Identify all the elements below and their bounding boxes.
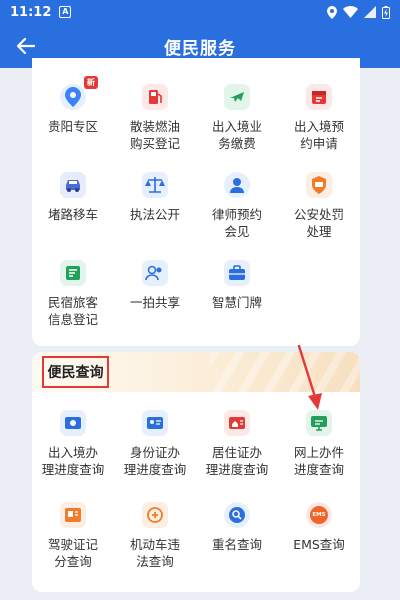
service-label: 堵路移车 [47, 207, 98, 222]
query-grid: 出入境办 理进度查询 身份证办 理进度查询 居住证办 理进度查询 网上办件 进度… [32, 396, 360, 580]
service-fuel-registration[interactable]: 散装燃油 购买登记 [114, 70, 196, 158]
new-badge: 新 [84, 76, 98, 89]
notification-icon: A [59, 6, 72, 18]
location-icon [327, 5, 337, 19]
service-label: 一拍共享 [129, 295, 180, 310]
service-photo-share[interactable]: 一拍共享 [114, 246, 196, 334]
service-label: 出入境预 约申请 [293, 119, 344, 151]
car-icon [60, 172, 86, 198]
query-label: EMS查询 [293, 537, 345, 552]
query-label: 网上办件 进度查询 [293, 445, 344, 477]
query-residence-permit-progress[interactable]: 居住证办 理进度查询 [196, 396, 278, 488]
page-title: 便民服务 [164, 38, 236, 59]
battery-icon [382, 5, 390, 19]
service-label: 出入境业 务缴费 [211, 119, 262, 151]
service-label: 律师预约 会见 [211, 207, 262, 239]
people-icon [142, 260, 168, 286]
registration-icon [60, 260, 86, 286]
annotation-arrow-icon [297, 344, 322, 410]
section-title: 便民查询 [42, 356, 109, 388]
query-vehicle-violation[interactable]: 机动车违 法查询 [114, 488, 196, 580]
location-pin-icon [60, 84, 86, 110]
calendar-icon [306, 84, 332, 110]
query-duplicate-name[interactable]: 重名查询 [196, 488, 278, 580]
scales-icon [142, 172, 168, 198]
signal-icon [364, 6, 376, 18]
back-button[interactable] [14, 34, 38, 58]
service-police-penalty[interactable]: 公安处罚 处理 [278, 158, 360, 246]
shield-icon [306, 172, 332, 198]
query-label: 身份证办 理进度查询 [123, 445, 187, 477]
query-ems[interactable]: EMS EMS查询 [278, 488, 360, 580]
status-time: 11:12 [10, 4, 52, 20]
service-law-enforcement-public[interactable]: 执法公开 [114, 158, 196, 246]
id-card-icon [60, 410, 86, 436]
service-label: 民宿旅客 信息登记 [47, 295, 98, 327]
house-card-icon [224, 410, 250, 436]
search-icon [224, 502, 250, 528]
query-license-points[interactable]: 驾驶证记 分查询 [32, 488, 114, 580]
query-exit-entry-progress[interactable]: 出入境办 理进度查询 [32, 396, 114, 488]
query-label: 驾驶证记 分查询 [47, 537, 98, 569]
fuel-icon [142, 84, 168, 110]
service-exit-entry-payment[interactable]: 出入境业 务缴费 [196, 70, 278, 158]
violation-icon [142, 502, 168, 528]
service-label: 执法公开 [129, 207, 180, 222]
services-grid: 新 贵阳专区 散装燃油 购买登记 出入境业 务缴费 出入境预 约申请 堵路移车 … [32, 70, 360, 334]
ems-icon-text: EMS [310, 506, 328, 524]
service-label: 贵阳专区 [47, 119, 98, 134]
service-label: 公安处罚 处理 [293, 207, 344, 239]
status-icons [327, 5, 390, 19]
query-label: 出入境办 理进度查询 [41, 445, 105, 477]
query-label: 机动车违 法查询 [129, 537, 180, 569]
service-homestay-registration[interactable]: 民宿旅客 信息登记 [32, 246, 114, 334]
wifi-icon [343, 6, 358, 18]
query-label: 居住证办 理进度查询 [205, 445, 269, 477]
service-move-car[interactable]: 堵路移车 [32, 158, 114, 246]
license-icon [60, 502, 86, 528]
status-bar: 11:12 A [0, 0, 400, 24]
airplane-icon [224, 84, 250, 110]
query-label: 重名查询 [211, 537, 262, 552]
ems-icon: EMS [306, 502, 332, 528]
service-label: 智慧门牌 [211, 295, 262, 310]
service-smart-doorplate[interactable]: 智慧门牌 [196, 246, 278, 334]
service-lawyer-appointment[interactable]: 律师预约 会见 [196, 158, 278, 246]
arrow-left-icon [17, 38, 35, 54]
service-exit-entry-appointment[interactable]: 出入境预 约申请 [278, 70, 360, 158]
services-card: 新 贵阳专区 散装燃油 购买登记 出入境业 务缴费 出入境预 约申请 堵路移车 … [32, 58, 360, 346]
lawyer-icon [224, 172, 250, 198]
briefcase-icon [224, 260, 250, 286]
query-id-card-progress[interactable]: 身份证办 理进度查询 [114, 396, 196, 488]
service-guiyang-zone[interactable]: 新 贵阳专区 [32, 70, 114, 158]
service-label: 散装燃油 购买登记 [129, 119, 180, 151]
id-card-icon [142, 410, 168, 436]
